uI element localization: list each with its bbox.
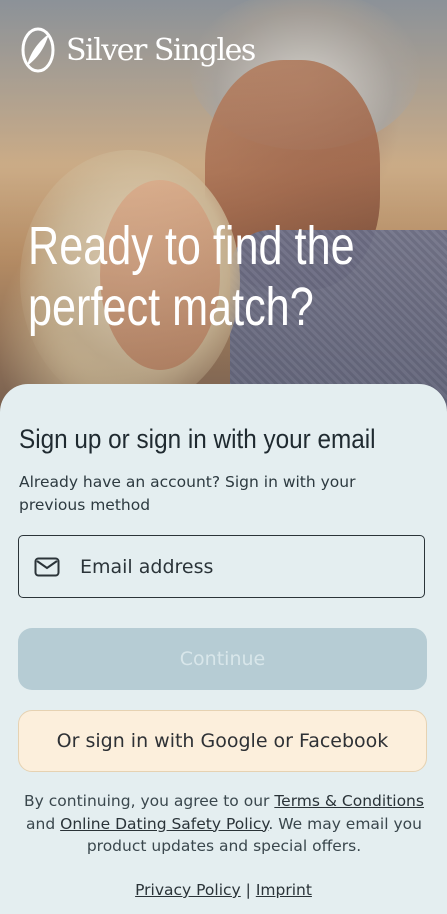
sheet-title: Sign up or sign in with your email: [19, 424, 376, 454]
brand-logo[interactable]: Silver Singles: [18, 26, 256, 74]
headline-line-2: perfect match?: [28, 277, 314, 337]
privacy-policy-link[interactable]: Privacy Policy: [135, 881, 241, 899]
social-signin-button[interactable]: Or sign in with Google or Facebook: [18, 710, 427, 772]
email-field[interactable]: [18, 535, 425, 598]
imprint-link[interactable]: Imprint: [256, 881, 312, 899]
legal-notice: By continuing, you agree to our Terms & …: [24, 792, 424, 855]
terms-link[interactable]: Terms & Conditions: [274, 792, 424, 810]
envelope-icon: [34, 557, 60, 576]
safety-policy-link[interactable]: Online Dating Safety Policy: [60, 815, 268, 833]
leaf-logo-icon: [21, 27, 55, 73]
page-headline: Ready to find the perfect match?: [28, 216, 428, 338]
email-input[interactable]: [78, 554, 402, 579]
continue-button[interactable]: Continue: [18, 628, 427, 690]
footer-links: Privacy Policy | Imprint: [135, 881, 312, 899]
sheet-subtitle: Already have an account? Sign in with yo…: [19, 473, 356, 514]
brand-name: Silver Singles: [66, 32, 256, 68]
headline-line-1: Ready to find the: [28, 216, 355, 276]
